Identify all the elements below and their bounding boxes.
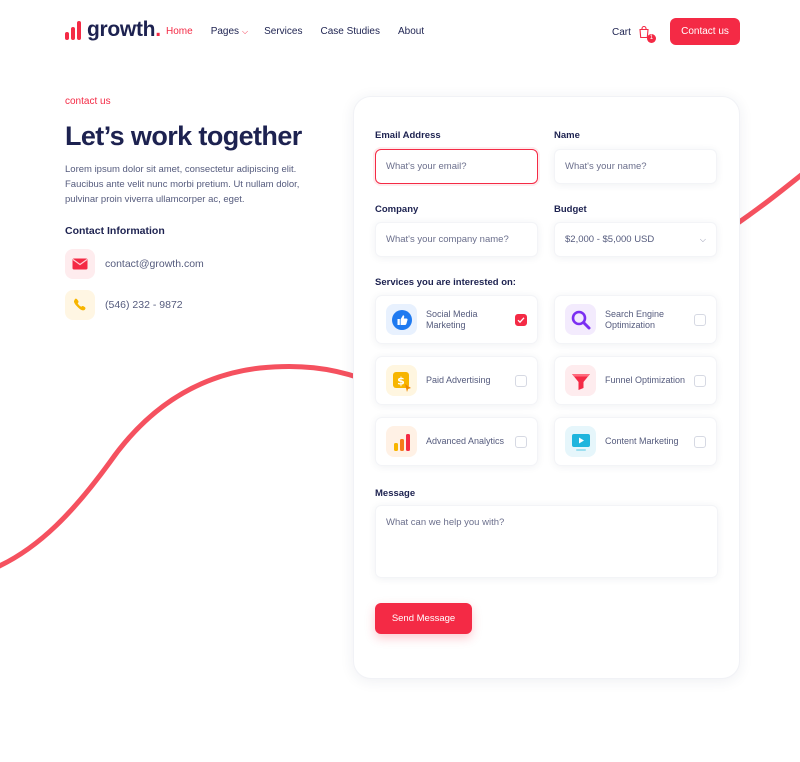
site-header: growth. Home Pages ⌵ Services Case Studie…: [0, 0, 800, 64]
service-option-paid-ads[interactable]: $ Paid Advertising: [375, 356, 538, 405]
chevron-down-icon: ⌵: [699, 234, 706, 244]
service-label: Content Marketing: [605, 436, 679, 446]
shopping-bag-icon: 1: [637, 25, 656, 43]
cart-label: Cart: [612, 26, 631, 38]
logo-dot: .: [155, 18, 161, 41]
service-label: Funnel Optimization: [605, 375, 686, 385]
logo-bars-icon: [65, 20, 81, 40]
contact-email-link[interactable]: contact@growth.com: [105, 258, 204, 270]
phone-icon: [65, 290, 95, 320]
nav-item-pages[interactable]: Pages ⌵: [211, 26, 248, 37]
service-checkbox[interactable]: [515, 374, 527, 387]
service-checkbox[interactable]: [694, 313, 706, 326]
nav-item-services[interactable]: Services: [264, 26, 302, 37]
name-field[interactable]: What's your name?: [554, 149, 717, 184]
check-icon: [517, 316, 525, 323]
logo-name: growth: [87, 18, 156, 41]
nav-item-pages-label: Pages: [210, 26, 240, 37]
message-label: Message: [375, 488, 416, 499]
company-label: Company: [375, 204, 419, 215]
funnel-icon: [565, 365, 596, 396]
budget-select[interactable]: $2,000 - $5,000 USD ⌵: [554, 222, 717, 257]
service-label: Advanced Analytics: [426, 436, 505, 446]
service-label: Social Media Marketing: [426, 308, 478, 330]
chevron-down-icon: ⌵: [242, 26, 249, 36]
contact-us-button[interactable]: Contact us: [670, 18, 740, 45]
logo[interactable]: growth.: [65, 18, 161, 41]
nav-item-case-studies[interactable]: Case Studies: [320, 26, 379, 37]
bar-chart-icon: [386, 426, 417, 457]
magnifier-icon: [565, 304, 596, 335]
page-title: Let’s work together: [65, 121, 302, 151]
service-label: Paid Advertising: [426, 375, 491, 385]
contact-phone-row: (546) 232 - 9872: [65, 290, 335, 320]
contact-info-title: Contact Information: [65, 225, 165, 237]
budget-value: $2,000 - $5,000 USD: [565, 234, 655, 245]
service-option-funnel[interactable]: Funnel Optimization: [554, 356, 717, 405]
nav-item-home[interactable]: Home: [166, 26, 193, 37]
budget-label: Budget: [554, 204, 587, 215]
service-checkbox[interactable]: [694, 374, 706, 387]
cart-link[interactable]: Cart 1: [612, 25, 656, 43]
email-label: Email Address: [375, 130, 441, 141]
service-option-social-media[interactable]: Social Media Marketing: [375, 295, 538, 344]
cart-count-badge: 1: [646, 34, 656, 43]
main-nav: Home Pages ⌵ Services Case Studies About: [166, 26, 424, 37]
contact-email-row: contact@growth.com: [65, 249, 335, 279]
service-checkbox[interactable]: [694, 435, 706, 448]
nav-item-about[interactable]: About: [398, 26, 424, 37]
video-screen-icon: [565, 426, 596, 457]
send-message-button[interactable]: Send Message: [375, 603, 472, 634]
service-option-seo[interactable]: Search Engine Optimization: [554, 295, 717, 344]
page-description: Lorem ipsum dolor sit amet, consectetur …: [65, 164, 300, 205]
service-checkbox[interactable]: [515, 313, 527, 326]
company-field[interactable]: What's your company name?: [375, 222, 538, 257]
mail-icon: [65, 249, 95, 279]
services-label: Services you are interested on:: [375, 277, 516, 288]
name-label: Name: [554, 130, 580, 141]
thumbs-up-icon: [386, 304, 417, 335]
service-checkbox[interactable]: [515, 435, 527, 448]
service-option-analytics[interactable]: Advanced Analytics: [375, 417, 538, 466]
contact-form-card: Email Address What's your email? Name Wh…: [353, 96, 740, 679]
service-label: Search Engine Optimization: [605, 308, 665, 330]
service-option-content[interactable]: Content Marketing: [554, 417, 717, 466]
dollar-coin-icon: $: [386, 365, 417, 396]
contact-phone-link[interactable]: (546) 232 - 9872: [105, 299, 183, 311]
svg-text:$: $: [397, 374, 405, 387]
section-eyebrow: contact us: [65, 96, 111, 107]
contact-intro: contact us Let’s work together Lorem ips…: [65, 96, 335, 320]
message-textarea[interactable]: What can we help you with?: [375, 505, 718, 578]
email-field[interactable]: What's your email?: [375, 149, 538, 184]
